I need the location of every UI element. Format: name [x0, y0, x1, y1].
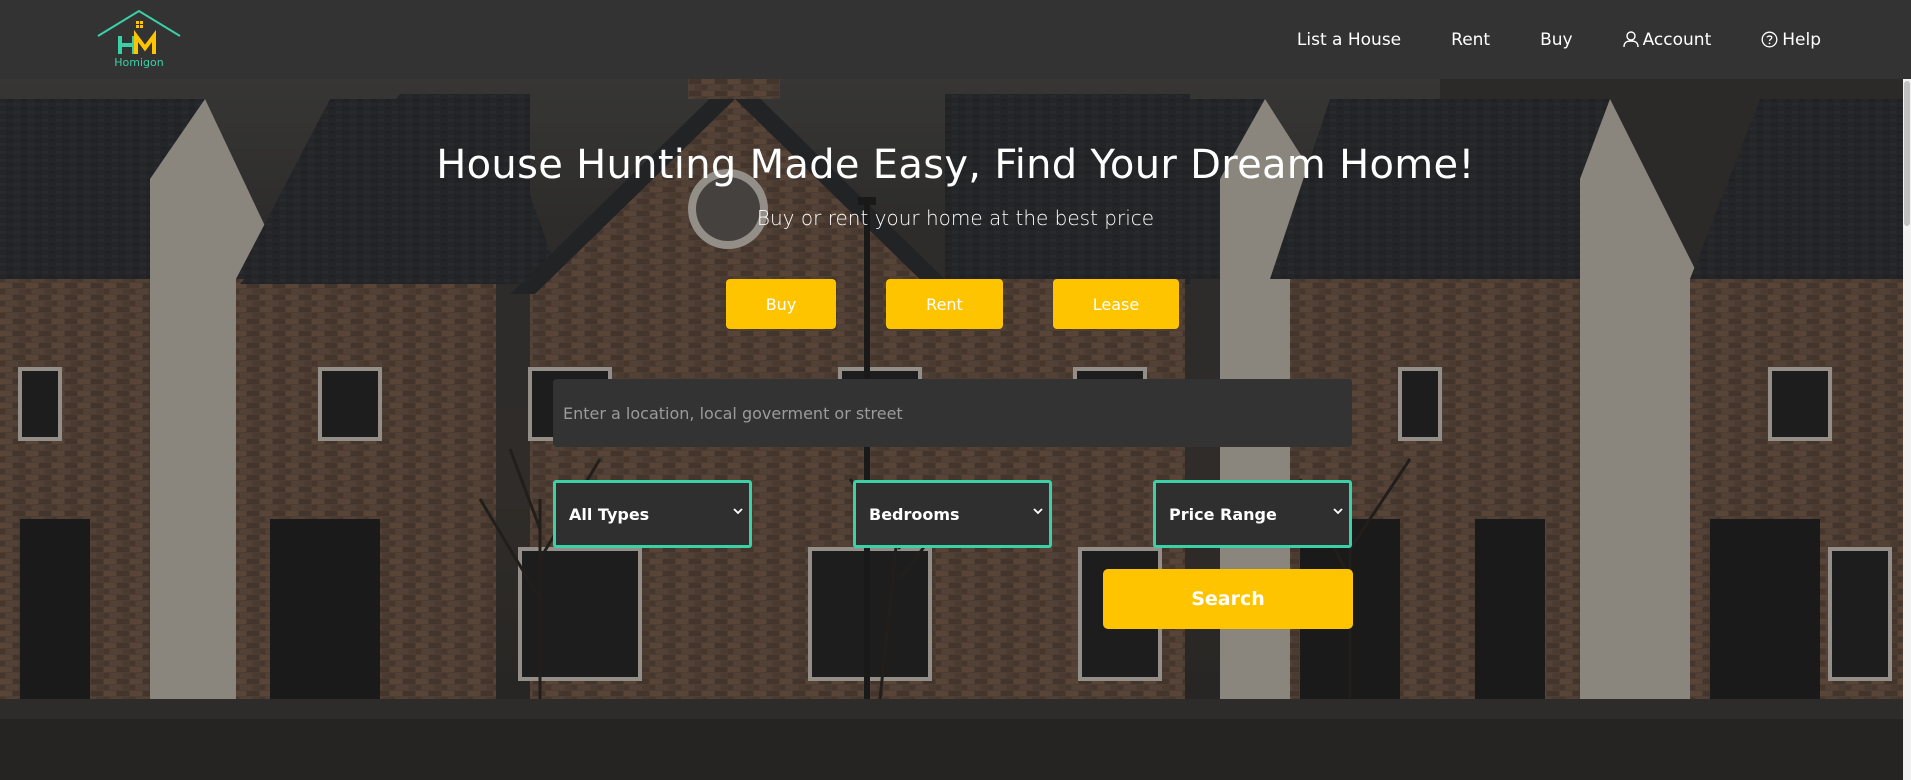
- nav-label: List a House: [1296, 29, 1402, 50]
- select-value: All Types: [569, 504, 650, 524]
- main-nav: List a House Rent Buy Account Help: [1247, 0, 1821, 79]
- brand-name: Homigon: [114, 56, 164, 69]
- bedrooms-select[interactable]: Bedrooms: [853, 480, 1052, 548]
- buy-mode-button[interactable]: Buy: [726, 279, 836, 329]
- nav-label: Buy: [1540, 29, 1573, 50]
- nav-label: Account: [1642, 29, 1712, 50]
- property-type-select[interactable]: All Types: [553, 480, 752, 548]
- user-icon: [1622, 31, 1639, 48]
- rent-mode-button[interactable]: Rent: [886, 279, 1003, 329]
- price-range-select[interactable]: Price Range: [1153, 480, 1352, 548]
- house-logo-icon: [97, 9, 181, 54]
- lease-mode-button[interactable]: Lease: [1053, 279, 1179, 329]
- top-navbar: Homigon List a House Rent Buy Account He…: [0, 0, 1911, 79]
- search-button[interactable]: Search: [1103, 569, 1353, 629]
- chevron-down-icon: [733, 508, 743, 515]
- select-value: Bedrooms: [869, 504, 960, 524]
- hero-subtitle: Buy or rent your home at the best price: [756, 206, 1155, 230]
- brand-logo[interactable]: Homigon: [96, 8, 182, 72]
- nav-list-a-house[interactable]: List a House: [1297, 30, 1401, 50]
- nav-label: Rent: [1451, 29, 1491, 50]
- hero-title: House Hunting Made Easy, Find Your Dream…: [436, 142, 1475, 188]
- help-circle-icon: [1761, 31, 1778, 48]
- select-value: Price Range: [1169, 504, 1277, 524]
- nav-rent[interactable]: Rent: [1451, 30, 1490, 50]
- nav-label: Help: [1782, 29, 1821, 50]
- chevron-down-icon: [1033, 508, 1043, 515]
- chevron-down-icon: [1333, 508, 1343, 515]
- nav-help[interactable]: Help: [1761, 30, 1821, 50]
- nav-buy[interactable]: Buy: [1540, 30, 1573, 50]
- nav-account[interactable]: Account: [1622, 29, 1712, 50]
- location-search-input[interactable]: [553, 379, 1352, 447]
